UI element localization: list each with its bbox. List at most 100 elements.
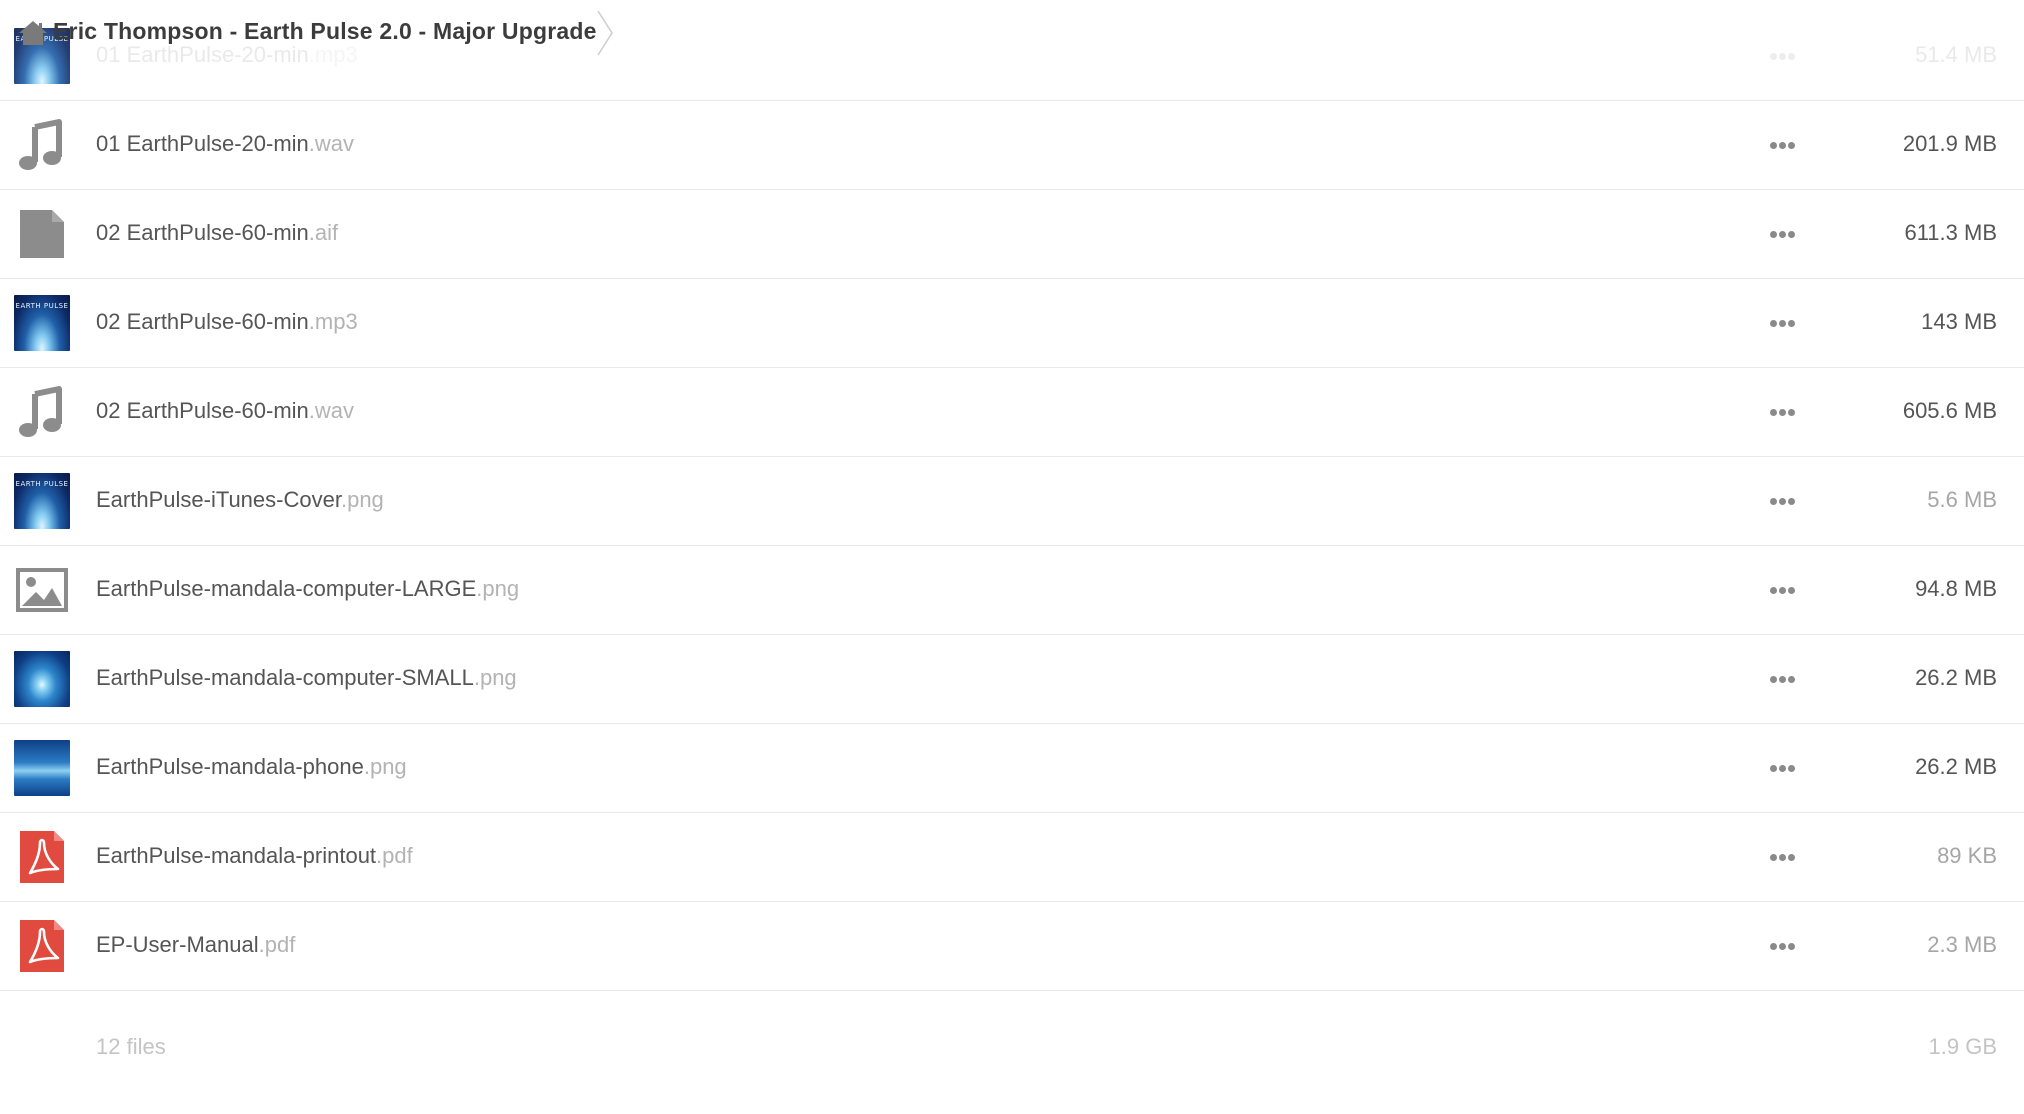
file-row[interactable]: EarthPulse-mandala-computer-SMALL.png 26.… [0,635,2024,724]
file-basename: EarthPulse-mandala-phone [96,754,364,779]
more-options-icon[interactable] [1762,220,1802,248]
file-basename: 01 EarthPulse-20-min [96,131,309,156]
more-dot [1770,231,1777,238]
file-row[interactable]: EarthPulse-mandala-phone.png 26.2 MB [0,724,2024,813]
more-dot [1788,587,1795,594]
file-row[interactable]: EP-User-Manual.pdf 2.3 MB [0,902,2024,991]
file-extension: .pdf [376,843,413,868]
more-dot [1788,231,1795,238]
album-cover-thumbnail: EARTH PULSE [14,473,70,529]
more-dot [1779,142,1786,149]
more-options-icon[interactable] [1762,932,1802,960]
file-row[interactable]: 02 EarthPulse-60-min.aif 611.3 MB [0,190,2024,279]
file-name[interactable]: EarthPulse-mandala-computer-LARGE.png [96,576,519,602]
more-dot [1779,53,1786,60]
file-size: 611.3 MB [1904,220,1997,245]
file-basename: EarthPulse-iTunes-Cover [96,487,341,512]
image-icon [14,562,70,618]
file-row[interactable]: EARTH PULSE 02 EarthPulse-60-min.mp3 143 M… [0,279,2024,368]
file-size: 26.2 MB [1915,665,1997,690]
file-size: 2.3 MB [1927,932,1997,957]
file-name[interactable]: EarthPulse-mandala-printout.pdf [96,843,413,869]
more-dot [1770,765,1777,772]
more-dot [1788,765,1795,772]
file-size: 5.6 MB [1927,487,1997,512]
file-size: 51.4 MB [1915,42,1997,67]
file-name[interactable]: 02 EarthPulse-60-min.wav [96,398,354,424]
file-basename: EarthPulse-mandala-computer-LARGE [96,576,477,601]
more-dot [1779,854,1786,861]
file-row[interactable]: 01 EarthPulse-20-min.wav 201.9 MB [0,101,2024,190]
more-dot [1770,142,1777,149]
file-extension: .png [476,576,520,601]
file-name[interactable]: EarthPulse-mandala-computer-SMALL.png [96,665,517,691]
file-extension: .mp3 [308,309,358,334]
file-extension: .mp3 [308,42,358,67]
pdf-icon [14,918,70,974]
file-count: 12 files [96,1034,166,1059]
file-basename: 02 EarthPulse-60-min [96,398,309,423]
file-extension: .png [473,665,517,690]
more-dot [1788,854,1795,861]
breadcrumb-title[interactable]: Eric Thompson - Earth Pulse 2.0 - Major … [53,18,597,45]
more-dot [1788,676,1795,683]
more-options-icon[interactable] [1762,487,1802,515]
file-extension: .wav [308,131,355,156]
more-options-icon[interactable] [1762,843,1802,871]
more-dot [1779,676,1786,683]
music-note-icon [14,384,70,440]
file-name[interactable]: 01 EarthPulse-20-min.wav [96,131,354,157]
file-extension: .wav [308,398,355,423]
more-dot [1779,409,1786,416]
file-row[interactable]: EARTH PULSE EarthPulse-iTunes-Cover.png 5.… [0,457,2024,546]
more-options-icon[interactable] [1762,398,1802,426]
file-extension: .png [363,754,407,779]
file-size: 94.8 MB [1915,576,1997,601]
more-dot [1770,498,1777,505]
more-dot [1779,765,1786,772]
file-row[interactable]: EarthPulse-mandala-computer-LARGE.png 94.… [0,546,2024,635]
mandala-phone-thumbnail [14,740,70,796]
file-row[interactable]: 02 EarthPulse-60-min.wav 605.6 MB [0,368,2024,457]
file-extension: .aif [308,220,339,245]
file-name[interactable]: 02 EarthPulse-60-min.mp3 [96,309,358,335]
more-dot [1770,587,1777,594]
cover-text: EARTH PULSE [15,480,69,488]
file-name[interactable]: EP-User-Manual.pdf [96,932,295,958]
mandala-wide-thumbnail [14,651,70,707]
file-name[interactable]: 02 EarthPulse-60-min.aif [96,220,338,246]
file-size: 89 KB [1937,843,1997,868]
cover-text: EARTH PULSE [15,302,69,310]
more-dot [1770,943,1777,950]
file-row[interactable]: EarthPulse-mandala-printout.pdf 89 KB [0,813,2024,902]
more-options-icon[interactable] [1762,576,1802,604]
more-dot [1770,854,1777,861]
more-dot [1788,409,1795,416]
generic-file-icon [14,206,70,262]
more-dot [1788,498,1795,505]
more-dot [1779,943,1786,950]
more-dot [1788,943,1795,950]
file-basename: EP-User-Manual [96,932,259,957]
music-note-icon [14,117,70,173]
more-options-icon[interactable] [1762,42,1802,70]
file-name[interactable]: EarthPulse-mandala-phone.png [96,754,407,780]
home-icon[interactable] [18,20,48,46]
more-dot [1779,320,1786,327]
more-dot [1779,498,1786,505]
more-options-icon[interactable] [1762,665,1802,693]
file-name[interactable]: 01 EarthPulse-20-min.mp3 [96,42,358,68]
more-options-icon[interactable] [1762,131,1802,159]
more-options-icon[interactable] [1762,754,1802,782]
more-dot [1770,320,1777,327]
pdf-icon [14,829,70,885]
file-size: 26.2 MB [1915,754,1997,779]
more-dot [1779,587,1786,594]
more-options-icon[interactable] [1762,309,1802,337]
file-basename: EarthPulse-mandala-printout [96,843,377,868]
album-cover-thumbnail: EARTH PULSE [14,295,70,351]
file-name[interactable]: EarthPulse-iTunes-Cover.png [96,487,384,513]
file-basename: 02 EarthPulse-60-min [96,220,309,245]
more-dot [1788,320,1795,327]
file-size: 143 MB [1921,309,1997,334]
